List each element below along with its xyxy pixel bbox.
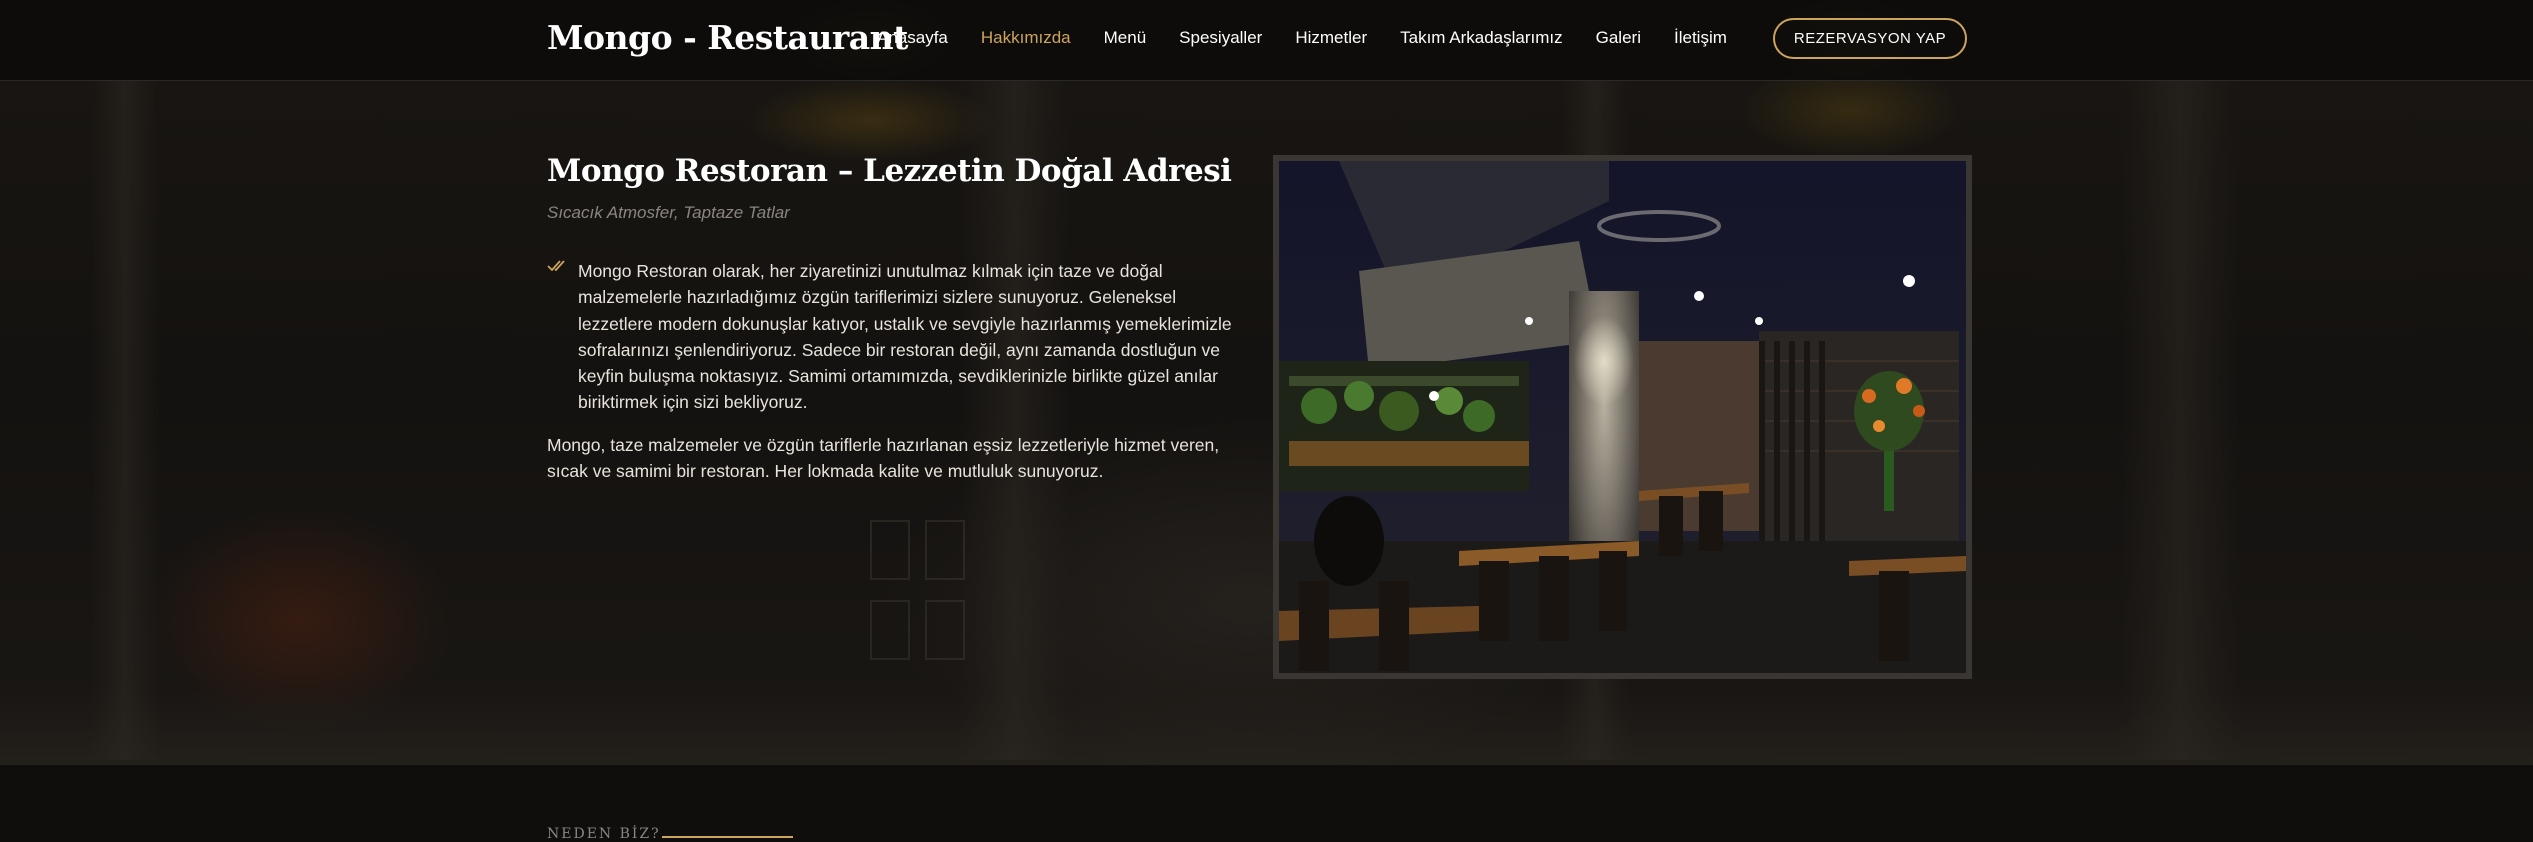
background-pillar	[2120, 80, 2240, 760]
why-us-label: NEDEN BİZ?	[547, 826, 661, 842]
background-frame	[870, 520, 910, 580]
about-bullet-text: Mongo Restoran olarak, her ziyaretinizi …	[578, 261, 1232, 413]
site-header: Mongo - Restaurant Anasayfa Hakkımızda Men…	[0, 0, 2533, 81]
main-nav: Anasayfa Hakkımızda Menü Spesiyaller Hizmetl…	[877, 28, 1760, 48]
nav-link-anasayfa[interactable]: Anasayfa	[877, 28, 948, 48]
nav-link-hakkımızda[interactable]: Hakkımızda	[981, 28, 1071, 48]
nav-link-galeri[interactable]: Galeri	[1596, 28, 1641, 48]
restaurant-interior-image	[1273, 155, 1972, 679]
about-paragraph: Mongo, taze malzemeler ve özgün tarifler…	[547, 435, 1220, 482]
about-title: Mongo Restoran – Lezzetin Doğal Adresi	[547, 153, 1232, 189]
background-frame	[870, 600, 910, 660]
nav-link-takım-arkadaşlarımız[interactable]: Takım Arkadaşlarımız	[1400, 28, 1563, 48]
nav-link-menü[interactable]: Menü	[1104, 28, 1147, 48]
background-frame	[925, 520, 965, 580]
background-floor	[0, 690, 2533, 765]
double-check-icon	[547, 260, 565, 272]
site-logo[interactable]: Mongo - Restaurant	[547, 18, 908, 57]
background-pillar	[90, 80, 160, 760]
about-subtitle: Sıcacık Atmosfer, Taptaze Tatlar	[547, 203, 790, 222]
nav-link-hizmetler[interactable]: Hizmetler	[1295, 28, 1367, 48]
hero-background	[0, 0, 2533, 765]
why-us-divider	[662, 836, 793, 838]
nav-link-spesiyaller[interactable]: Spesiyaller	[1179, 28, 1262, 48]
reservation-button[interactable]: REZERVASYON YAP	[1773, 18, 1967, 59]
section-background	[0, 765, 2533, 842]
background-frame	[925, 600, 965, 660]
nav-link-i-letişim[interactable]: İletişim	[1674, 28, 1727, 48]
